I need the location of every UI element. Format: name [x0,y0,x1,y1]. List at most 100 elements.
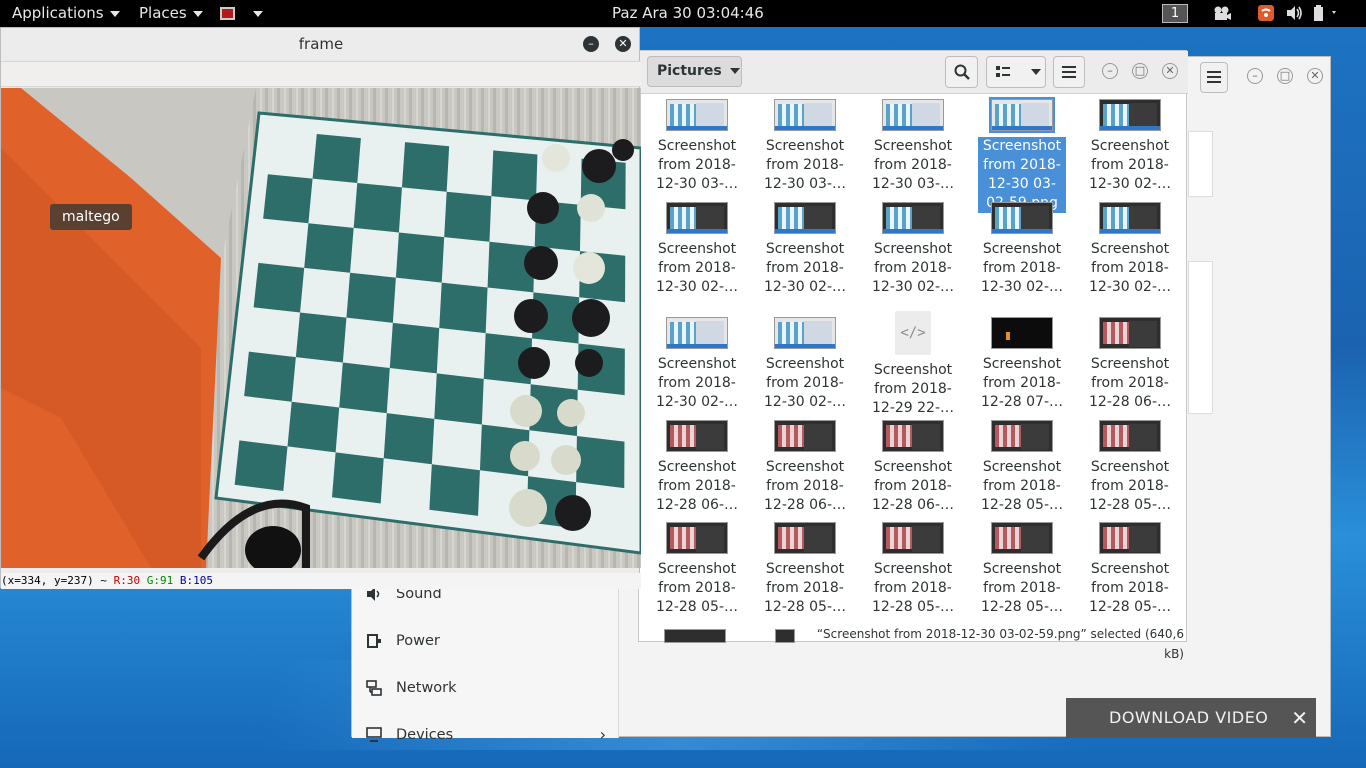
file-item[interactable]: Screenshot from 2018- 12-28 05-… [972,420,1072,520]
camera-frame-image[interactable] [1,88,641,568]
file-item[interactable]: Screenshot from 2018- 12-30 02-… [647,317,747,417]
selection-status: “Screenshot from 2018-12-30 03-02-59.png… [816,627,1184,661]
files-menu-button[interactable] [1053,56,1085,88]
file-name-label: Screenshot from 2018- 12-29 22-… [863,361,963,418]
file-item[interactable]: Screenshot from 2018- 12-28 05-… [755,522,855,622]
file-name-line: from 2018- [766,157,844,173]
red-value: R:30 [113,574,141,587]
file-item[interactable]: Screenshot from 2018- 12-28 06-… [647,420,747,520]
close-button[interactable]: ✕ [1162,63,1178,79]
network-status-icon[interactable] [1258,5,1274,22]
file-name-label: Screenshot from 2018- 12-30 02-… [647,355,747,412]
file-item[interactable]: Screenshot from 2018- 12-28 05-… [863,522,963,622]
file-thumbnail [774,522,836,554]
file-item[interactable]: Screenshot from 2018- 12-30 02-… [1080,99,1180,199]
file-name-line: Screenshot [873,561,953,577]
search-button[interactable] [945,56,978,88]
sidebar-item-label: Power [396,633,440,649]
blue-value: B:105 [179,574,213,587]
file-item[interactable]: Screenshot from 2018- 12-28 05-… [647,522,747,622]
file-item[interactable]: Screenshot from 2018- 12-30 02-… [972,202,1072,302]
file-item[interactable]: Screenshot from 2018- 12-30 02-… [863,202,963,302]
file-item[interactable]: Screenshot from 2018- 12-30 02-… [647,202,747,302]
file-name-line: 12-28 06-… [656,497,738,513]
file-thumbnail [666,317,728,349]
files-header-bar: Pictures – □ ✕ [639,51,1188,94]
file-item[interactable]: Screenshot from 2018- 12-30 03-… [755,99,855,199]
hamburger-icon [1207,71,1221,83]
file-item[interactable]: Screenshot from 2018- 12-30 02-… [755,317,855,417]
file-name-line: Screenshot [873,362,953,378]
file-item[interactable]: Screenshot from 2018- 12-30 03-… [863,99,963,199]
close-icon[interactable]: ✕ [1291,698,1308,738]
file-thumbnail [666,522,728,554]
minimize-button[interactable]: – [1102,63,1118,79]
file-name-line: Screenshot [657,241,737,257]
file-item[interactable]: Screenshot from 2018- 12-28 05-… [1080,420,1180,520]
file-thumbnail[interactable] [664,629,726,643]
file-item[interactable]: Screenshot from 2018- 12-28 06-… [1080,317,1180,417]
file-item[interactable]: Screenshotfrom 2018-12-30 03-02-59.png [972,97,1072,213]
file-name-label: Screenshot from 2018- 12-30 03-… [755,137,855,194]
file-item[interactable]: Screenshot from 2018- 12-28 05-… [1080,522,1180,622]
file-name-line: 12-28 07-… [981,394,1063,410]
file-name-line: 12-28 05-… [764,599,846,615]
sidebar-item-power[interactable]: Power [366,629,440,653]
file-name-line: from 2018- [658,375,736,391]
volume-icon[interactable] [1286,5,1304,22]
path-bar-button[interactable]: Pictures [647,56,742,87]
file-item[interactable]: Screenshot from 2018- 12-28 06-… [863,420,963,520]
file-name-line: from 2018- [874,260,952,276]
board-square [439,282,488,334]
file-item[interactable]: Screenshot from 2018- 12-28 05-… [972,522,1072,622]
minimize-button[interactable]: – [1247,68,1263,84]
file-item[interactable]: Screenshot from 2018- 12-28 06-… [755,420,855,520]
file-name-line: Screenshot [982,459,1062,475]
file-name-line: Screenshot [765,356,845,372]
file-name-line: Screenshot [873,138,953,154]
file-name-line: from 2018- [874,478,952,494]
file-item[interactable]: Screenshot from 2018- 12-30 02-… [1080,202,1180,302]
close-button[interactable]: ✕ [615,36,631,52]
sidebar-item-devices[interactable]: Devices › [366,723,606,747]
file-name-line: Screenshot [765,241,845,257]
file-name-line: 12-28 05-… [872,599,954,615]
workspace-indicator[interactable]: 1 [1162,4,1188,23]
system-menu[interactable] [1313,5,1341,22]
settings-menu-button[interactable] [1198,57,1232,97]
file-name-line: Screenshot [657,459,737,475]
applications-menu[interactable]: Applications [12,4,120,23]
close-button[interactable]: ✕ [1307,68,1323,84]
file-item[interactable]: Screenshot from 2018- 12-30 02-… [755,202,855,302]
window-list-menu[interactable] [220,4,263,23]
sidebar-item-network[interactable]: Network [366,676,457,700]
maximize-button[interactable]: □ [1132,63,1148,79]
file-item[interactable]: </> Screenshot from 2018- 12-29 22-… [863,311,963,418]
download-video-banner[interactable]: DOWNLOAD VIDEO ✕ [1066,698,1316,738]
file-name-line: 12-29 22-… [872,400,954,416]
file-name-label: Screenshot from 2018- 12-28 05-… [863,560,963,617]
clock[interactable]: Paz Ara 30 03:04:46 [612,4,764,23]
file-item[interactable]: Screenshot from 2018- 12-30 03-… [647,99,747,199]
devices-icon [366,727,382,742]
file-name-line: from 2018- [874,381,952,397]
file-name-line: 12-30 03-… [872,176,954,192]
places-menu[interactable]: Places [139,4,203,23]
sidebar-item-label: Network [396,680,457,696]
files-window: Pictures – □ ✕ Screenshot from 2018- 12-30… [638,50,1188,661]
camera-icon[interactable] [1213,5,1231,22]
file-thumbnail [991,420,1053,452]
minimize-button[interactable]: – [583,36,599,52]
file-name-label: Screenshot from 2018- 12-28 05-… [755,560,855,617]
view-mode-button[interactable] [986,56,1046,88]
file-name-label: Screenshot from 2018- 12-30 02-… [972,240,1072,297]
file-name-label: Screenshot from 2018- 12-28 06-… [1080,355,1180,412]
file-name-line: from 2018- [766,375,844,391]
search-icon [954,64,970,80]
file-item[interactable]: Screenshot from 2018- 12-28 07-… [972,317,1072,417]
file-name-label: Screenshot from 2018- 12-28 05-… [972,458,1072,515]
maximize-button[interactable]: □ [1277,68,1293,84]
settings-card [1188,261,1213,414]
file-thumbnail[interactable] [775,629,795,643]
board-square [401,142,450,192]
